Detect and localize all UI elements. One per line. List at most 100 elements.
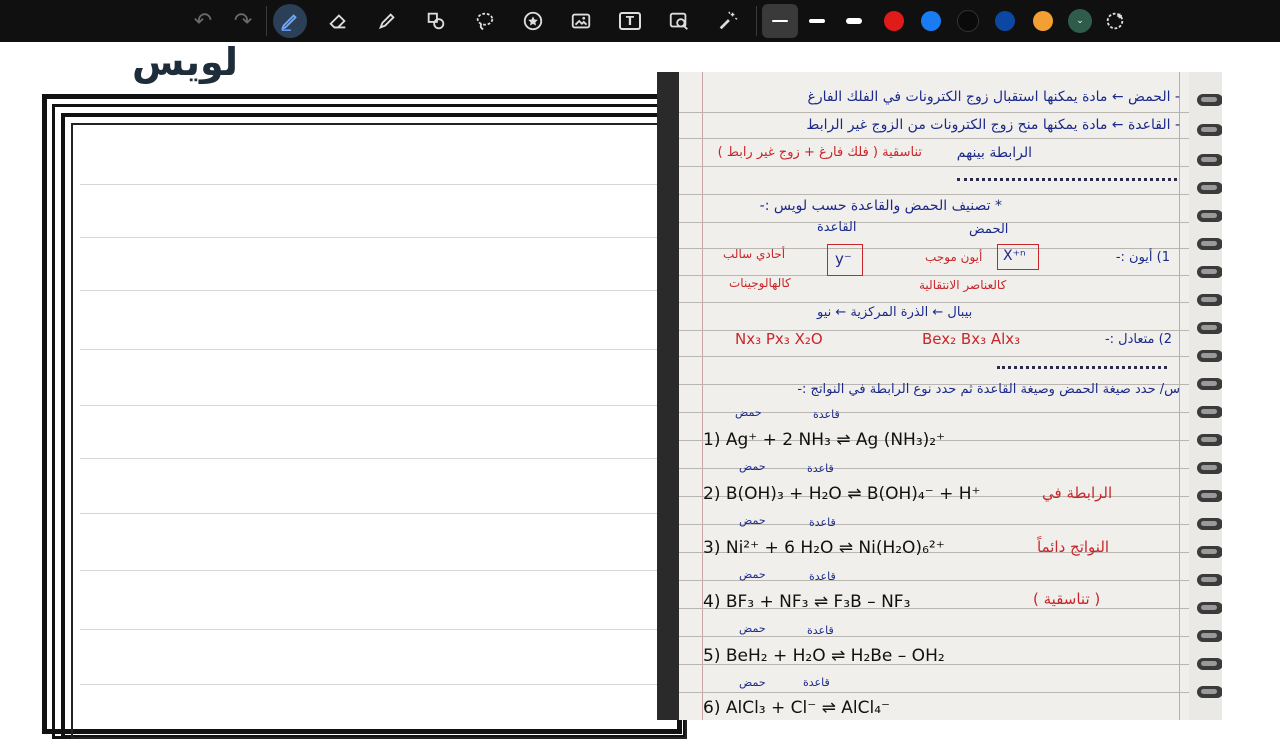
spiral-ring (1197, 546, 1222, 558)
photo-shadow-edge (657, 72, 681, 720)
notebook-line (679, 166, 1189, 167)
toolbar: ↶ ↷ T ⌄ (0, 0, 1280, 42)
page-margin-line (702, 72, 703, 720)
tag-base: قاعدة (809, 570, 836, 583)
note-line-acid-definition: - الحمض ← مادة يمكنها استقبال زوج الكترو… (807, 89, 1180, 105)
pen-tool-button[interactable] (273, 4, 307, 38)
side-note-1: الرابطة في (1042, 484, 1113, 502)
highlighter-tool-button[interactable] (370, 4, 404, 38)
laser-pointer-icon (719, 11, 738, 30)
lasso-tool-button[interactable] (468, 4, 502, 38)
spiral-ring (1197, 574, 1222, 586)
stroke-thick-button[interactable] (837, 4, 871, 38)
notebook-line (679, 356, 1189, 357)
spiral-ring (1197, 518, 1222, 530)
tag-base: قاعدة (807, 462, 834, 475)
text-tool-button[interactable]: T (613, 4, 647, 38)
notebook-photo[interactable]: - الحمض ← مادة يمكنها استقبال زوج الكترو… (657, 72, 1222, 720)
highlighter-icon (378, 13, 395, 30)
base-ion-formula: y⁻ (835, 250, 852, 268)
spiral-ring (1197, 94, 1222, 106)
divider-squiggle (957, 178, 1177, 182)
redo-button[interactable]: ↷ (226, 4, 260, 38)
tag-base: قاعدة (809, 516, 836, 529)
color-swatch-orange[interactable] (1033, 11, 1053, 31)
spiral-ring (1197, 434, 1222, 446)
spiral-ring (1197, 266, 1222, 278)
neutral-label: 2) متعادل :- (1104, 332, 1172, 347)
ruled-line (80, 684, 660, 685)
acid-ion-formula: X⁺ⁿ (1003, 248, 1026, 264)
tag-acid: حمض (739, 460, 766, 473)
spiral-ring (1197, 322, 1222, 334)
divider-squiggle (997, 366, 1167, 370)
spiral-ring (1197, 182, 1222, 194)
note-line-classification: * تصنيف الحمض والقاعدة حسب لويس :- (759, 198, 1002, 214)
reaction-3: 3) Ni²⁺ + 6 H₂O ⇌ Ni(H₂O)₆²⁺ (703, 538, 945, 558)
undo-icon: ↶ (193, 8, 213, 34)
color-swatch-red[interactable] (884, 11, 904, 31)
tag-acid: حمض (739, 568, 766, 581)
ruled-line (80, 629, 660, 630)
stroke-thick-icon (846, 18, 862, 24)
tag-acid: حمض (739, 676, 766, 689)
base-ion-description: أحادي سالب (723, 247, 786, 261)
reaction-2: 2) B(OH)₃ + H₂O ⇌ B(OH)₄⁻ + H⁺ (703, 484, 981, 504)
toolbar-separator (266, 6, 267, 36)
spiral-ring (1197, 210, 1222, 222)
note-line-base-definition: - القاعدة ← مادة يمكنها منح زوج الكترونا… (806, 117, 1180, 133)
color-swatch-dark-blue[interactable] (995, 11, 1015, 31)
sticker-tool-button[interactable] (516, 4, 550, 38)
redo-icon: ↷ (233, 8, 253, 34)
ruled-line (80, 458, 660, 459)
stroke-medium-button[interactable] (800, 4, 834, 38)
spiral-ring (1197, 154, 1222, 166)
tag-base: قاعدة (803, 676, 830, 689)
spiral-ring (1197, 602, 1222, 614)
reaction-5: 5) BeH₂ + H₂O ⇌ H₂Be – OH₂ (703, 646, 945, 666)
eraser-icon (329, 14, 346, 29)
neutral-acid-examples: Bex₂ Bx₃ Alx₃ (922, 330, 1021, 348)
laser-pointer-tool-button[interactable] (711, 4, 745, 38)
image-search-tool-button[interactable] (662, 4, 696, 38)
base-ion-example: كالهالوجينات (729, 276, 791, 290)
acid-ion-description: أيون موجب (925, 250, 983, 264)
spiral-ring (1197, 490, 1222, 502)
sticker-icon (523, 11, 543, 31)
ruled-line (80, 513, 660, 514)
notebook-line (679, 194, 1189, 195)
spiral-ring (1197, 630, 1222, 642)
spiral-ring (1197, 686, 1222, 698)
reaction-1: 1) Ag⁺ + 2 NH₃ ⇌ Ag (NH₃)₂⁺ (703, 430, 946, 450)
reaction-4: 4) BF₃ + NF₃ ⇌ F₃B – NF₃ (703, 592, 911, 612)
color-swatch-green-selected[interactable]: ⌄ (1070, 11, 1090, 31)
notebook-line (679, 302, 1189, 303)
color-picker-button[interactable] (1098, 4, 1132, 38)
color-picker-icon (1106, 12, 1124, 30)
question-label: س/ حدد صيغة الحمض وصيغة القاعدة ثم حدد ن… (797, 382, 1180, 397)
tag-base: قاعدة (813, 408, 840, 421)
side-note-2: النواتج دائماً (1037, 538, 1110, 556)
frame-border (71, 123, 687, 739)
notebook-line (679, 112, 1189, 113)
eraser-tool-button[interactable] (321, 4, 355, 38)
pen-icon (281, 14, 297, 31)
reaction-6: 6) AlCl₃ + Cl⁻ ⇌ AlCl₄⁻ (703, 698, 891, 718)
ruled-line (80, 349, 660, 350)
color-swatch-blue[interactable] (921, 11, 941, 31)
note-line-bond-type: تناسقية ( فلك فارغ + زوج غير رابط ) (717, 145, 922, 160)
spiral-ring (1197, 124, 1222, 136)
column-acid-label: الحمض (969, 222, 1009, 237)
page-title: لويس (132, 40, 239, 84)
tag-acid: حمض (739, 514, 766, 527)
undo-button[interactable]: ↶ (186, 4, 220, 38)
ruled-line (80, 290, 660, 291)
image-icon (571, 13, 591, 29)
stroke-thin-button[interactable] (762, 4, 798, 38)
note-paper-frame (42, 94, 687, 739)
stroke-thin-icon (772, 20, 788, 22)
color-swatch-black[interactable] (958, 11, 978, 31)
spiral-ring (1197, 238, 1222, 250)
image-tool-button[interactable] (564, 4, 598, 38)
shapes-tool-button[interactable] (419, 4, 453, 38)
